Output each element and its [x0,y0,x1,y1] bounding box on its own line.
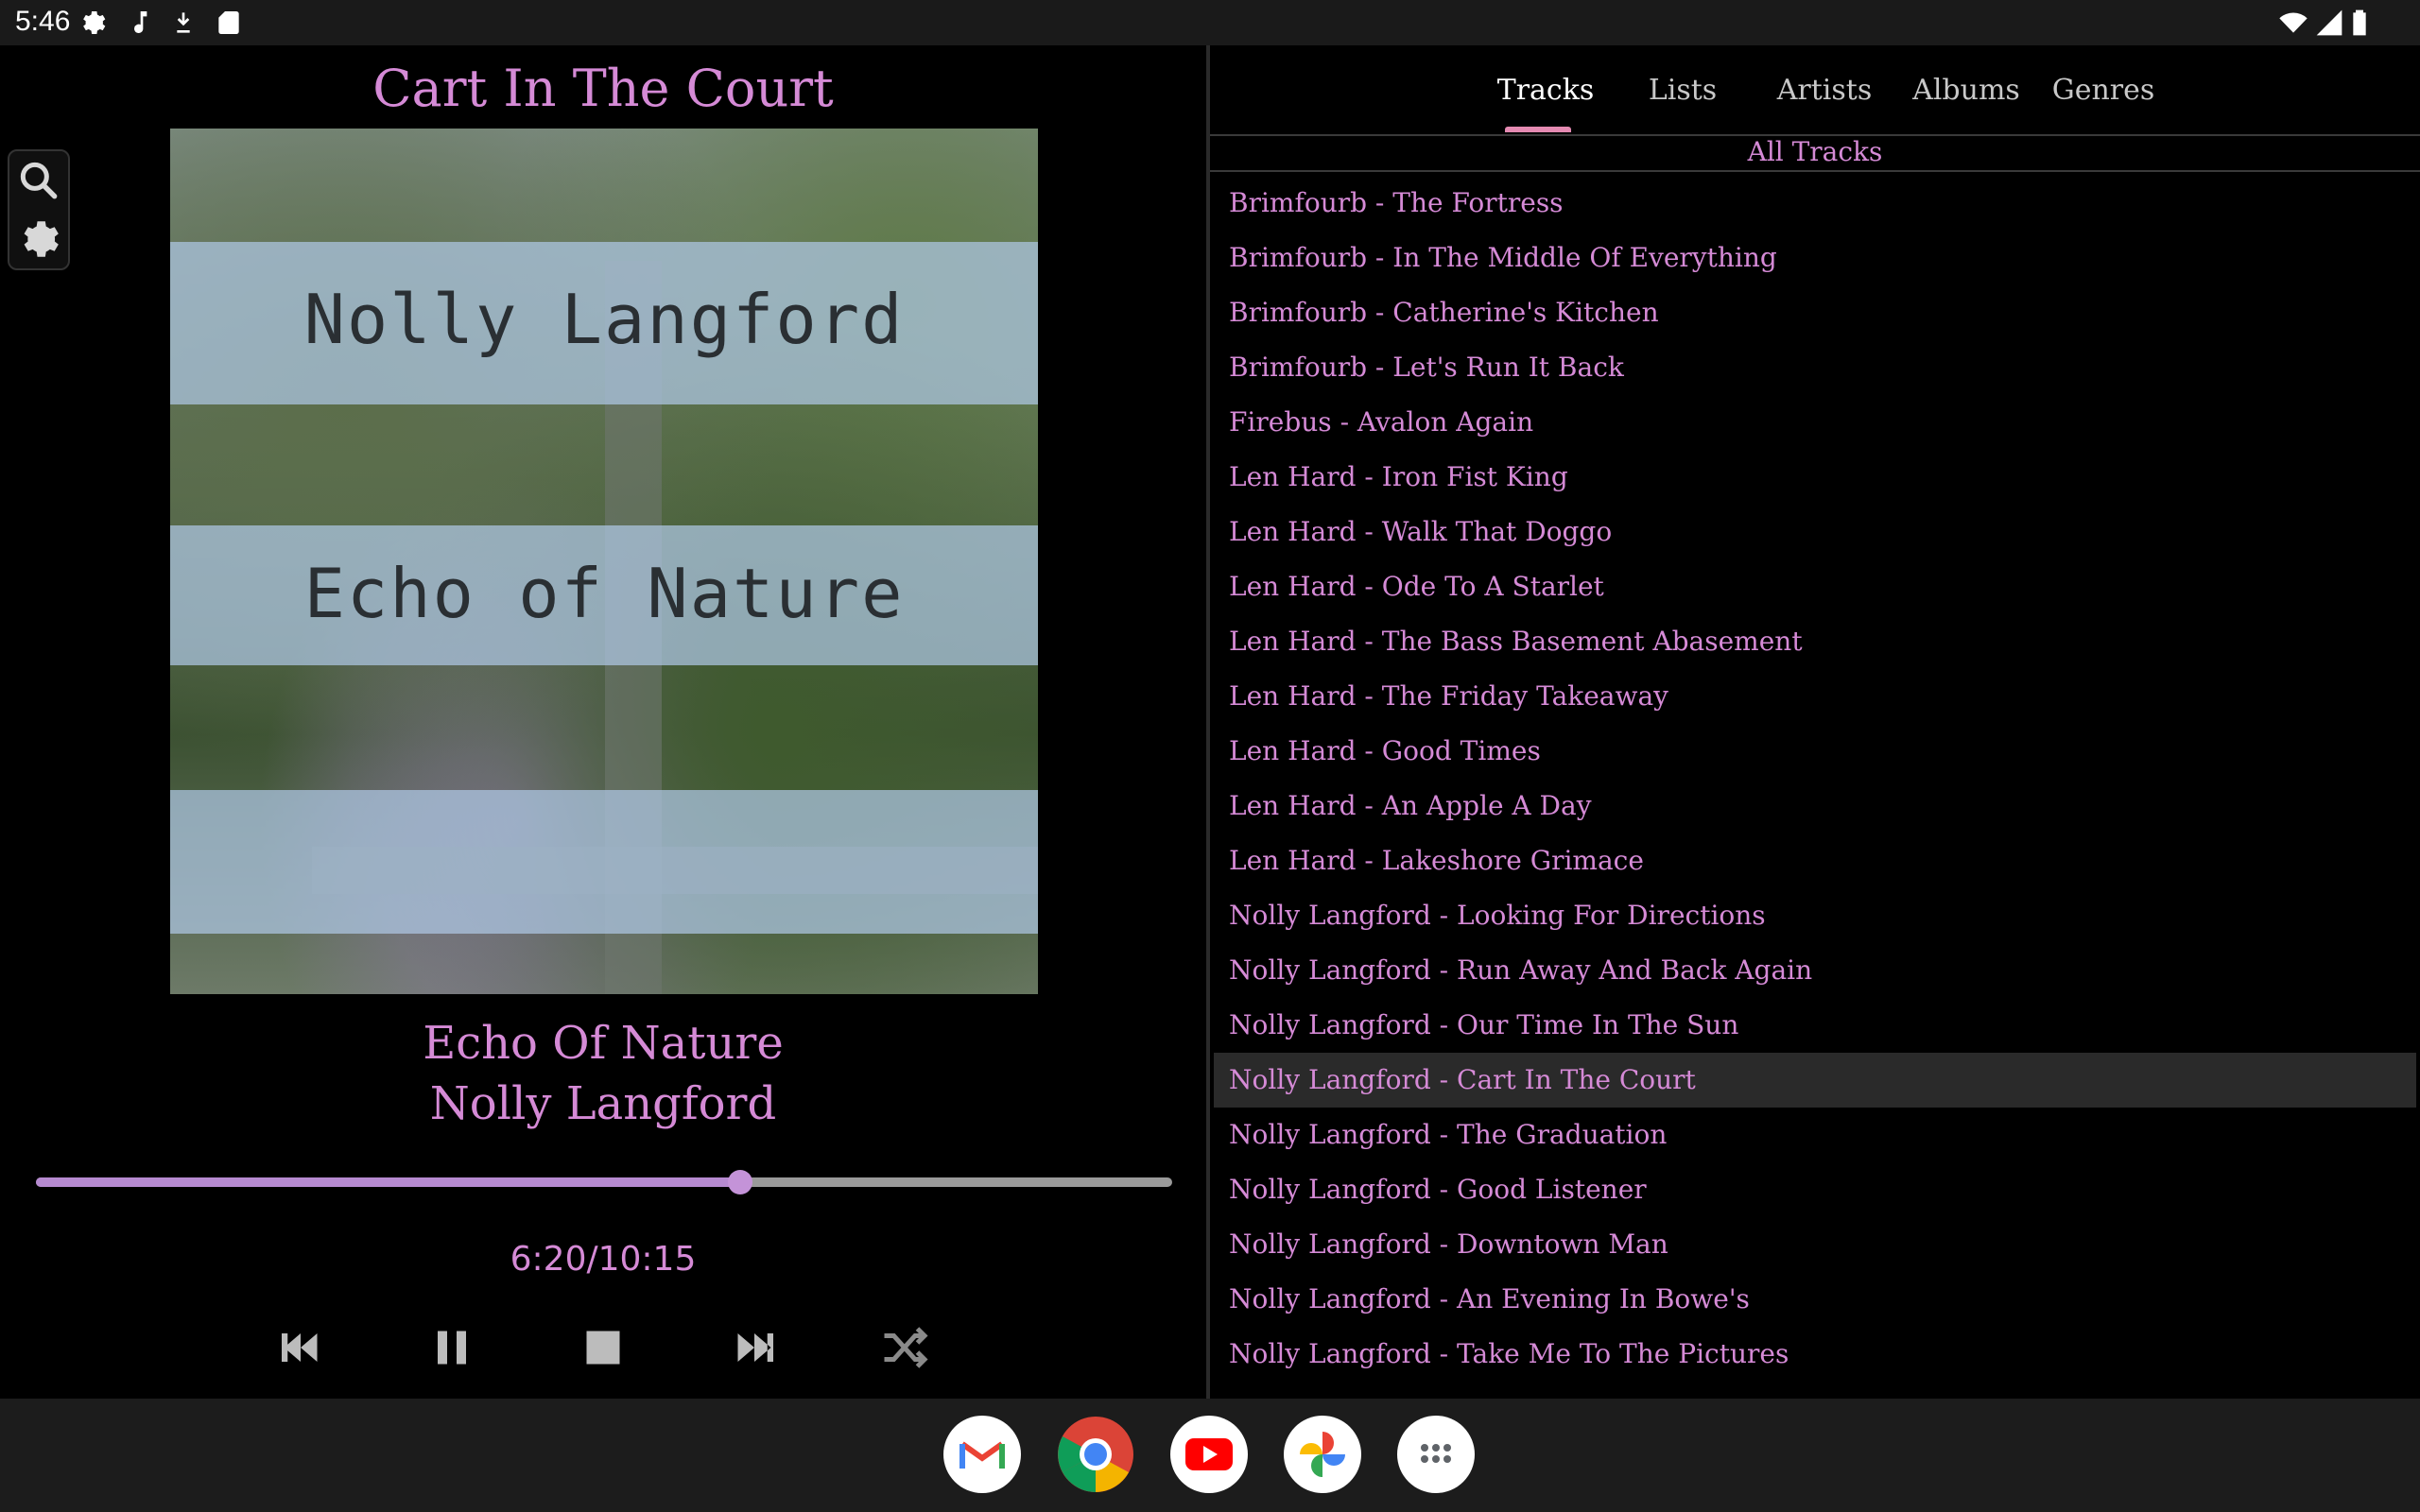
taskbar [0,1399,2420,1512]
art-artist-text: Nolly Langford [303,280,905,359]
next-track-icon[interactable] [726,1319,783,1376]
status-bar: 5:46 [0,0,2420,45]
sd-card-icon [214,8,244,38]
seek-progress [36,1177,741,1187]
music-note-icon [123,8,153,38]
now-playing-pane: Cart In The Court Nolly Langford Echo of… [0,45,1206,1399]
photos-icon[interactable] [1284,1416,1361,1493]
tool-column [8,149,70,270]
track-row[interactable]: Len Hard - An Apple A Day [1214,779,2416,833]
track-row[interactable]: Brimfourb - Catherine's Kitchen [1214,285,2416,340]
track-row[interactable]: Nolly Langford - Take Me To The Pictures [1214,1327,2416,1382]
track-row[interactable]: Len Hard - The Bass Basement Abasement [1214,614,2416,669]
app-drawer-icon[interactable] [1397,1416,1475,1493]
tab-albums[interactable]: Albums [1900,74,2032,107]
youtube-icon[interactable] [1170,1416,1248,1493]
stop-icon[interactable] [575,1319,631,1376]
wifi-icon [2278,8,2308,38]
signal-icon [2314,8,2344,38]
track-row[interactable]: Len Hard - Ode To A Starlet [1214,559,2416,614]
track-row[interactable]: Len Hard - Lakeshore Grimace [1214,833,2416,888]
track-row[interactable]: Firebus - Avalon Again [1214,395,2416,450]
list-header: All Tracks [1210,136,2420,172]
track-row[interactable]: Brimfourb - The Fortress [1214,176,2416,231]
track-row[interactable]: Nolly Langford - Cart In The Court [1214,1053,2416,1108]
seek-thumb[interactable] [728,1170,753,1194]
library-tabs: Tracks Lists Artists Albums Genres [1210,45,2420,136]
track-row[interactable]: Len Hard - Walk That Doggo [1214,505,2416,559]
song-title: Cart In The Court [372,59,834,118]
active-tab-indicator [1505,127,1571,132]
track-row[interactable]: Nolly Langford - The Graduation [1214,1108,2416,1162]
art-album-text: Echo of Nature [303,554,905,633]
search-icon[interactable] [15,157,62,204]
track-row[interactable]: Len Hard - The Friday Takeaway [1214,669,2416,724]
tab-genres[interactable]: Genres [2042,74,2165,107]
shuffle-icon[interactable] [877,1319,934,1376]
track-list: Brimfourb - The Fortress Brimfourb - In T… [1214,176,2416,1382]
track-row[interactable]: Len Hard - Good Times [1214,724,2416,779]
status-time: 5:46 [15,6,71,37]
gmail-icon[interactable] [943,1416,1021,1493]
track-row[interactable]: Nolly Langford - Our Time In The Sun [1214,998,2416,1053]
time-display: 6:20/10:15 [510,1240,697,1279]
album-name: Echo Of Nature [423,1017,784,1070]
tab-tracks[interactable]: Tracks [1484,74,1607,107]
album-cover-art: Nolly Langford Echo of Nature [170,129,1038,994]
gear-icon [78,8,108,38]
settings-icon[interactable] [15,215,62,263]
library-pane: Tracks Lists Artists Albums Genres All T… [1210,45,2420,1399]
download-icon [168,8,199,38]
track-row[interactable]: Nolly Langford - Downtown Man [1214,1217,2416,1272]
track-row[interactable]: Nolly Langford - Good Listener [1214,1162,2416,1217]
chrome-icon[interactable] [1057,1416,1134,1493]
track-row[interactable]: Brimfourb - In The Middle Of Everything [1214,231,2416,285]
artist-name: Nolly Langford [429,1077,777,1130]
tab-artists[interactable]: Artists [1758,74,1891,107]
previous-track-icon[interactable] [272,1319,329,1376]
pause-icon[interactable] [424,1319,480,1376]
battery-icon [2344,8,2375,38]
track-row[interactable]: Nolly Langford - An Evening In Bowe's [1214,1272,2416,1327]
track-row[interactable]: Brimfourb - Let's Run It Back [1214,340,2416,395]
track-row[interactable]: Nolly Langford - Looking For Directions [1214,888,2416,943]
seek-bar[interactable] [36,1170,1172,1194]
art-band-bottom [170,790,1038,934]
tab-lists[interactable]: Lists [1626,74,1739,107]
track-row[interactable]: Len Hard - Iron Fist King [1214,450,2416,505]
track-row[interactable]: Nolly Langford - Run Away And Back Again [1214,943,2416,998]
